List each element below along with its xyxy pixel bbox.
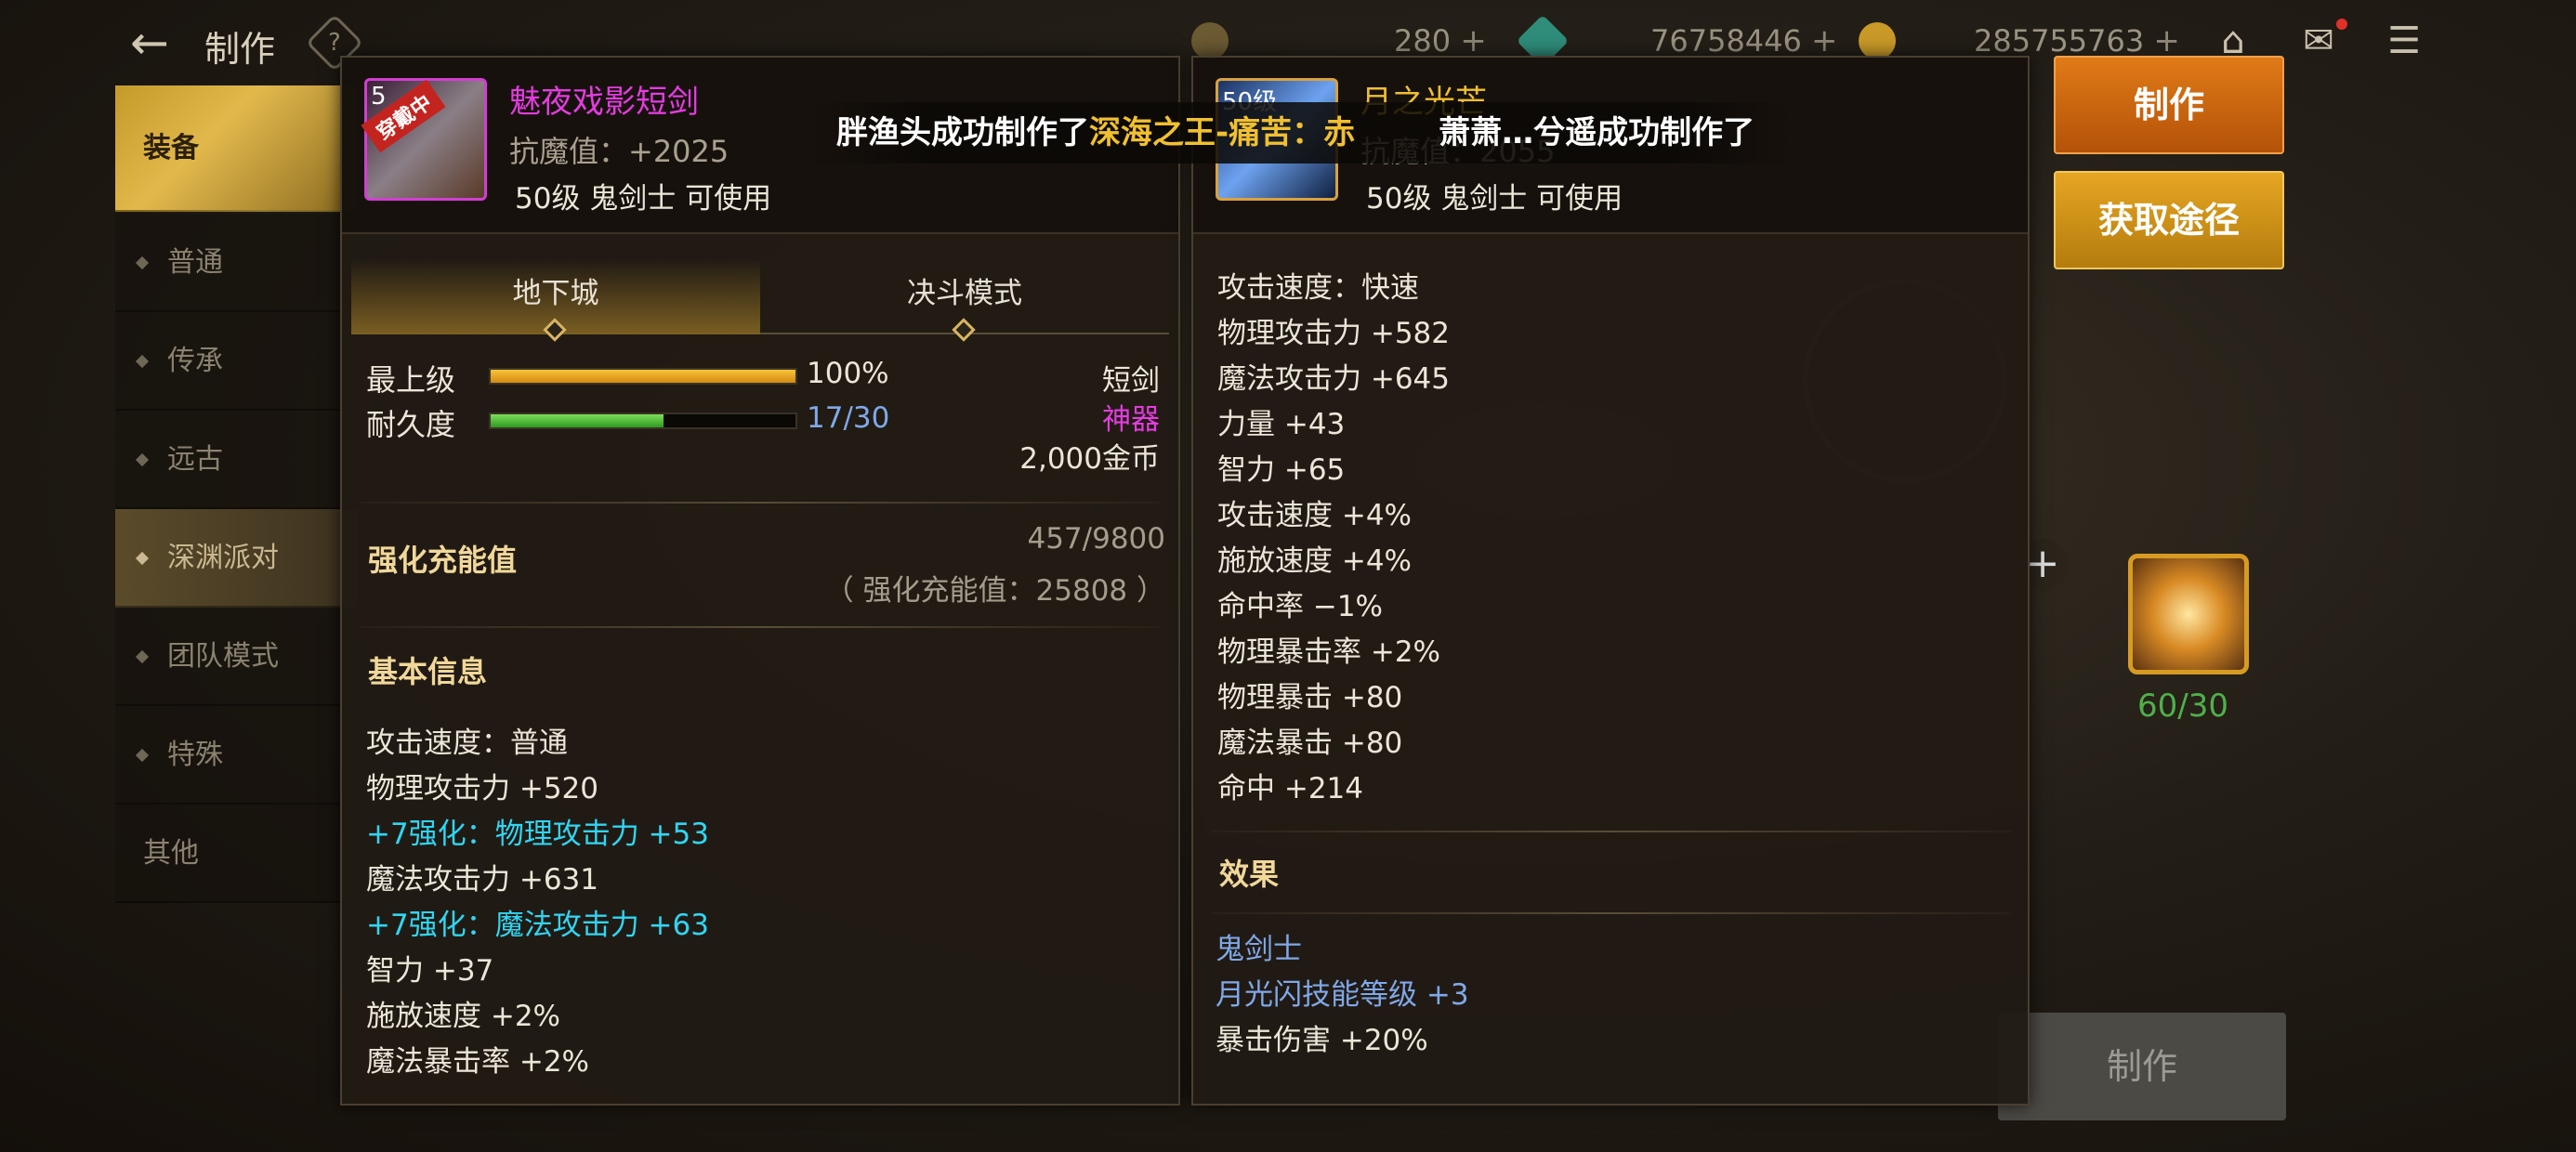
crafting-broadcast-banner: 胖渔头成功制作了深海之王-痛苦：赤 萧萧…兮遥成功制作了 [808,102,1794,164]
category-sidebar: 装备 普通 传承 远古 深渊派对 团队模式 特殊 其他 [115,84,357,920]
sidebar-item-other[interactable]: 其他 [115,805,357,903]
stat-line: 攻击速度：快速 [1217,271,1419,305]
sidebar-item-ancient[interactable]: 远古 [115,411,357,509]
effect-title: 效果 [1219,857,1280,892]
stat-line: 施放速度 +2% [366,1000,561,1033]
divider [361,626,1160,628]
durability-label: 耐久度 [366,407,456,442]
enhance-stat-line: +7强化：物理攻击力 +53 [366,818,709,851]
mode-tabs: 地下城 决斗模式 [351,260,1169,342]
magic-resist: 抗魔值：+2025 [509,134,729,169]
stat-line: 智力 +65 [1217,453,1346,487]
stat-line: 魔法暴击率 +2% [366,1045,590,1079]
broadcast-text: 萧萧…兮遥成功制作了 [1439,114,1755,151]
equipped-item-tooltip: 5 穿戴中 魅夜戏影短剑 抗魔值：+2025 50级 鬼剑士 可使用 地下城 决… [340,56,1180,1106]
grade-value: 100% [807,357,889,390]
stat-line: 攻击速度 +4% [1217,499,1413,532]
sidebar-item-special[interactable]: 特殊 [115,706,357,805]
craft-item-tooltip: 50级 月之光芒 抗魔值：2055 50级 鬼剑士 可使用 攻击速度：快速 物理… [1191,56,2030,1106]
divider [1212,912,2011,914]
durability-value: 17/30 [807,401,890,435]
sidebar-item-team-mode[interactable]: 团队模式 [115,608,357,706]
tab-duel-mode[interactable]: 决斗模式 [760,260,1169,342]
stat-line: 魔法攻击力 +631 [366,863,598,897]
charge-label: 强化充能值 [368,543,518,578]
rarity: 神器 [1102,403,1160,437]
craft-button[interactable]: 制作 [2054,56,2284,154]
stat-line: 物理暴击 +80 [1217,681,1403,714]
grade-label: 最上级 [366,362,456,398]
weapon-type: 短剑 [1102,364,1160,398]
item-name: 魅夜戏影短剑 [509,84,699,121]
stat-line: 攻击速度：普通 [366,727,568,760]
broadcast-text: 胖渔头成功制作了 [836,114,1089,151]
stat-line: 物理暴击率 +2% [1217,635,1441,669]
sidebar-item-normal[interactable]: 普通 [115,214,357,312]
chat-icon[interactable]: ☰ [2377,17,2431,65]
notification-dot [2336,19,2347,30]
grade-bar [489,368,797,385]
effect-line: 鬼剑士 [1216,933,1302,966]
divider [1212,831,2011,832]
stat-line: 魔法攻击力 +645 [1217,362,1450,396]
material-slot-icon[interactable] [2128,554,2249,674]
short-sword-icon: 5 穿戴中 [361,78,487,201]
craft-bottom-button[interactable]: 制作 [1998,1013,2286,1120]
durability-bar [489,412,797,429]
usable-requirement: 50级 鬼剑士 可使用 [515,182,772,216]
usable-requirement: 50级 鬼剑士 可使用 [1366,182,1623,216]
acquire-source-button[interactable]: 获取途径 [2054,171,2284,269]
stat-line: 力量 +43 [1217,408,1346,441]
sidebar-item-abyss-party[interactable]: 深渊派对 [115,509,357,608]
charge-total: （ 强化充能值：25808 ） [824,574,1165,608]
stat-line: 魔法暴击 +80 [1217,727,1403,760]
stat-line: 物理攻击力 +582 [1217,317,1450,350]
page-title: 制作 [204,29,276,70]
sidebar-item-equipment[interactable]: 装备 [115,85,357,212]
stat-line: 命中 +214 [1217,772,1363,805]
price: 2,000金币 [1019,442,1160,476]
broadcast-item: 深海之王-痛苦：赤 [1089,114,1356,151]
stat-line: 命中率 −1% [1217,590,1384,623]
gold-coin-icon [1859,22,1896,59]
stat-line: 智力 +37 [366,954,494,988]
divider [361,502,1160,504]
charge-value: 457/9800 [1027,522,1165,556]
basic-info-title: 基本信息 [368,654,488,689]
enhance-stat-line: +7强化：魔法攻击力 +63 [366,909,709,942]
effect-line: 月光闪技能等级 +3 [1216,978,1469,1012]
back-arrow-icon[interactable]: ← [130,17,186,69]
moon-currency-icon [1191,22,1229,59]
tab-dungeon[interactable]: 地下城 [351,260,760,342]
stat-line: 物理攻击力 +520 [366,772,598,805]
effect-line: 暴击伤害 +20% [1216,1024,1428,1057]
material-count: 60/30 [2137,687,2228,725]
sidebar-item-legacy[interactable]: 传承 [115,312,357,411]
stat-line: 施放速度 +4% [1217,544,1413,578]
